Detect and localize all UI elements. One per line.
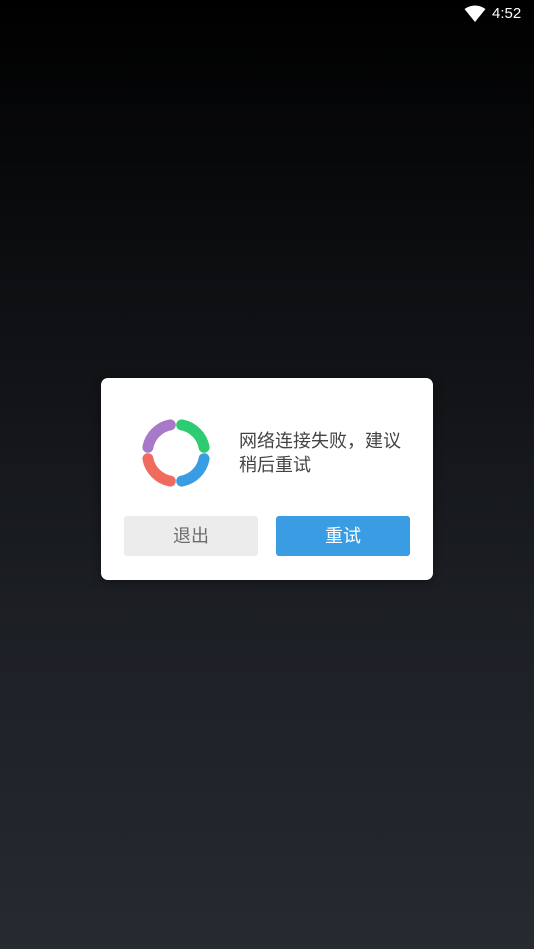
logo-segment-blue xyxy=(176,453,210,487)
network-error-dialog: 网络连接失败，建议稍后重试 退出 重试 xyxy=(101,378,433,580)
logo-segment-green xyxy=(176,419,210,453)
retry-button[interactable]: 重试 xyxy=(276,516,410,556)
error-message: 网络连接失败，建议稍后重试 xyxy=(239,431,401,476)
exit-button[interactable]: 退出 xyxy=(124,516,258,556)
logo-segment-purple xyxy=(142,419,176,453)
status-time: 4:52 xyxy=(492,5,522,22)
wifi-icon xyxy=(464,5,486,22)
logo-segment-red xyxy=(142,453,176,487)
app-logo-icon xyxy=(142,419,210,487)
status-bar: 4:52 xyxy=(0,0,534,28)
